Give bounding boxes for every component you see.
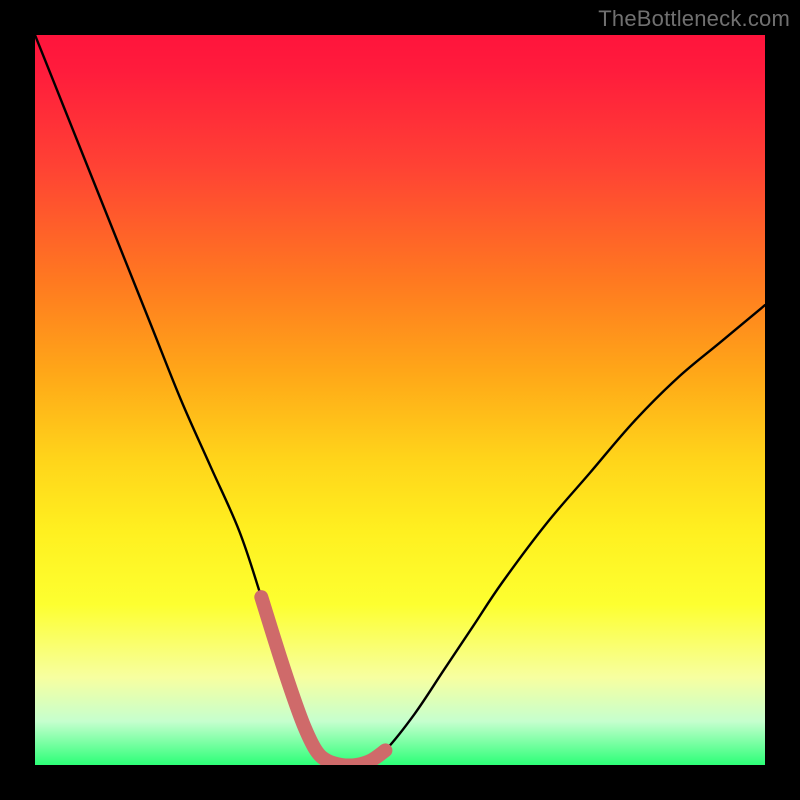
watermark-text: TheBottleneck.com bbox=[598, 6, 790, 32]
chart-frame: TheBottleneck.com bbox=[0, 0, 800, 800]
chart-gradient-background bbox=[35, 35, 765, 765]
